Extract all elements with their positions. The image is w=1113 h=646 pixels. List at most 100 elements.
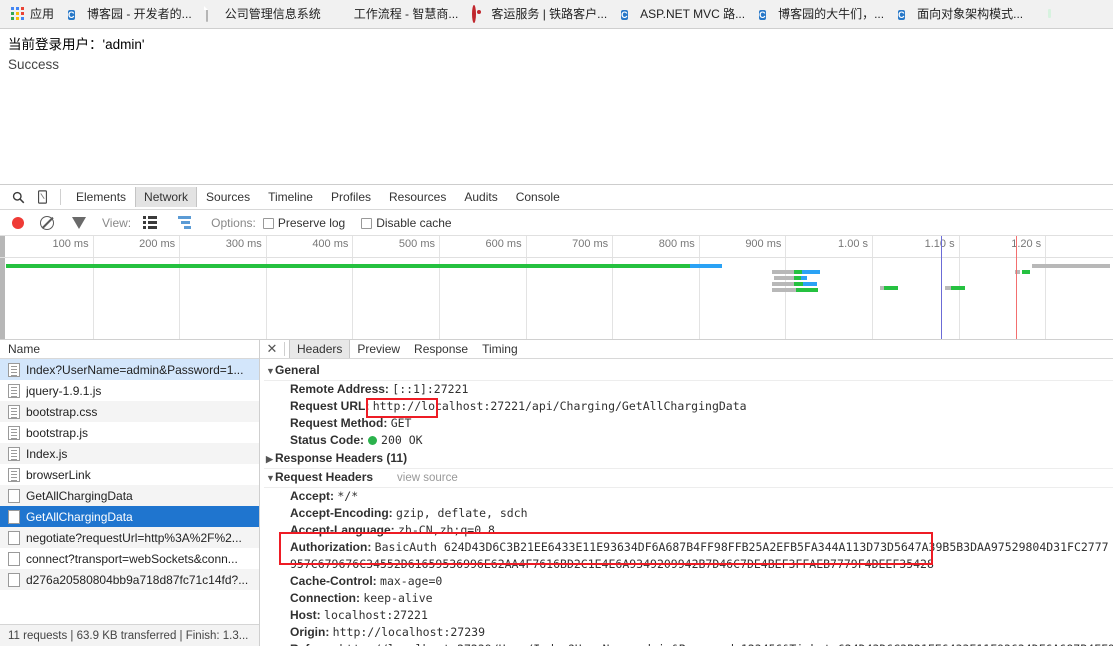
device-toolbar-icon[interactable] <box>30 186 54 208</box>
bookmark-apps[interactable]: 应用 <box>4 3 61 25</box>
request-row[interactable]: d276a20580804bb9a718d87fc71c14fd?... <box>0 569 259 590</box>
header-value: keep-alive <box>363 591 433 605</box>
tab-timeline[interactable]: Timeline <box>259 187 322 207</box>
request-row[interactable]: Index.js <box>0 443 259 464</box>
file-icon <box>8 551 20 566</box>
success-text: Success <box>8 57 60 72</box>
file-icon <box>8 488 20 503</box>
network-toolbar: View: Options: Preserve log Disable cach… <box>0 210 1113 236</box>
network-timeline-overview[interactable]: 100 ms 200 ms 300 ms 400 ms 500 ms 600 ms 700 … <box>0 236 1113 340</box>
view-source-link[interactable]: view source <box>397 472 458 484</box>
request-name: jquery-1.9.1.js <box>26 383 102 398</box>
header-value: gzip, deflate, sdch <box>396 506 528 520</box>
bookmark-extension[interactable] <box>1036 3 1064 25</box>
bookmark-aspnet-mvc[interactable]: C ASP.NET MVC 路... <box>614 3 752 25</box>
header-key: Request URL: <box>290 399 370 413</box>
response-headers-label: Response Headers (11) <box>275 451 408 465</box>
close-icon[interactable]: ✕ <box>264 340 280 358</box>
header-value: http://localhost:27239 <box>332 625 485 639</box>
bookmark-label: 博客园 - 开发者的... <box>87 7 192 21</box>
request-name: Index?UserName=admin&Password=1... <box>26 362 244 377</box>
overview-bar <box>794 282 803 286</box>
request-row[interactable]: connect?transport=webSockets&conn... <box>0 548 259 569</box>
request-row[interactable]: negotiate?requestUrl=http%3A%2F%2... <box>0 527 259 548</box>
tab-elements[interactable]: Elements <box>67 187 135 207</box>
request-row[interactable]: GetAllChargingData <box>0 485 259 506</box>
cnblogs-icon: C <box>898 10 905 20</box>
tab-timing[interactable]: Timing <box>475 340 525 358</box>
overview-bar <box>802 270 820 274</box>
search-icon[interactable] <box>6 186 30 208</box>
header-key: Accept-Language: <box>290 523 395 537</box>
request-row[interactable]: bootstrap.js <box>0 422 259 443</box>
request-row[interactable]: browserLink <box>0 464 259 485</box>
bookmark-passenger-service[interactable]: 客运服务 | 铁路客户... <box>465 3 614 25</box>
bookmark-cnblogs-dev[interactable]: C 博客园 - 开发者的... <box>61 3 199 25</box>
timeline-tick-label: 1.00 s <box>838 238 868 250</box>
timeline-tick <box>1045 236 1047 339</box>
header-key: Referer: <box>290 642 336 646</box>
cnblogs-icon: C <box>68 10 75 20</box>
timeline-tick-label: 300 ms <box>225 238 262 250</box>
header-value: GET <box>390 416 412 430</box>
filter-icon[interactable] <box>72 216 86 229</box>
request-row[interactable]: bootstrap.css <box>0 401 259 422</box>
file-icon <box>8 446 20 461</box>
timeline-tick <box>698 236 700 339</box>
request-name: bootstrap.css <box>26 404 98 419</box>
status-badge: 200 OK <box>381 433 423 447</box>
timeline-tick <box>612 236 614 339</box>
waterfall-view-icon[interactable] <box>178 216 192 229</box>
overview-bar <box>772 288 796 292</box>
bookmark-workflow[interactable]: 工作流程 - 智慧商... <box>328 3 466 25</box>
tab-profiles[interactable]: Profiles <box>322 187 380 207</box>
view-label: View: <box>102 215 132 230</box>
disable-cache-option[interactable]: Disable cache <box>361 216 452 230</box>
header-row-status-code: Status Code: 200 OK <box>264 432 1113 449</box>
column-header-name[interactable]: Name <box>0 340 259 359</box>
header-row-authorization: Authorization: BasicAuth 624D43D6C3B21EE… <box>264 539 1113 573</box>
request-row[interactable]: jquery-1.9.1.js <box>0 380 259 401</box>
request-list-pane: Name Index?UserName=admin&Password=1... j… <box>0 340 260 646</box>
bookmark-label: 工作流程 - 智慧商... <box>353 7 459 21</box>
tab-resources[interactable]: Resources <box>380 187 455 207</box>
network-main-area: Name Index?UserName=admin&Password=1... j… <box>0 340 1113 646</box>
timeline-tick-label: 900 ms <box>745 238 782 250</box>
tab-network[interactable]: Network <box>135 187 198 207</box>
timeline-tick <box>439 236 440 339</box>
general-section-header[interactable]: ▼General <box>264 362 1113 381</box>
general-label: General <box>275 363 320 377</box>
request-headers-section-header[interactable]: ▼Request Headers view source <box>264 469 1113 488</box>
clear-icon[interactable] <box>40 215 54 230</box>
header-key: Authorization: <box>290 540 372 554</box>
request-row[interactable]: GetAllChargingData <box>0 506 259 527</box>
timeline-tick <box>352 236 354 339</box>
tab-response[interactable]: Response <box>407 340 475 358</box>
bookmark-oo-architecture[interactable]: C 面向对象架构模式... <box>891 3 1030 25</box>
tab-headers[interactable]: Headers <box>289 340 351 358</box>
tab-preview[interactable]: Preview <box>350 340 407 358</box>
request-name: d276a20580804bb9a718d87fc71c14fd?... <box>26 572 249 587</box>
overview-bar <box>6 264 690 268</box>
header-value: http://localhost:27221/api/Charging/GetA… <box>372 399 747 413</box>
teal-square-icon <box>335 7 349 21</box>
record-icon[interactable] <box>12 216 24 229</box>
timeline-tick <box>265 236 267 339</box>
tab-audits[interactable]: Audits <box>455 187 506 207</box>
header-row-accept: Accept: */* <box>264 488 1113 505</box>
header-value: */* <box>337 489 359 503</box>
list-view-icon[interactable] <box>143 216 158 229</box>
tab-sources[interactable]: Sources <box>197 187 259 207</box>
disable-cache-checkbox[interactable] <box>361 217 373 229</box>
bookmark-cnblogs-experts[interactable]: C 博客园的大牛们，... <box>752 3 891 25</box>
response-headers-section-header[interactable]: ▶ Response Headers (11) <box>264 450 1113 469</box>
timeline-tick <box>872 236 873 339</box>
tab-console[interactable]: Console <box>507 187 569 207</box>
preserve-log-option[interactable]: Preserve log <box>262 215 346 230</box>
preserve-log-checkbox[interactable] <box>262 217 274 229</box>
request-list[interactable]: Index?UserName=admin&Password=1... jquery… <box>0 359 259 624</box>
request-row[interactable]: Index?UserName=admin&Password=1... <box>0 359 259 380</box>
preserve-log-label: Preserve log <box>277 215 346 230</box>
bookmark-label: 公司管理信息系统 <box>224 7 321 21</box>
bookmark-company-mis[interactable]: 公司管理信息系统 <box>199 3 328 25</box>
